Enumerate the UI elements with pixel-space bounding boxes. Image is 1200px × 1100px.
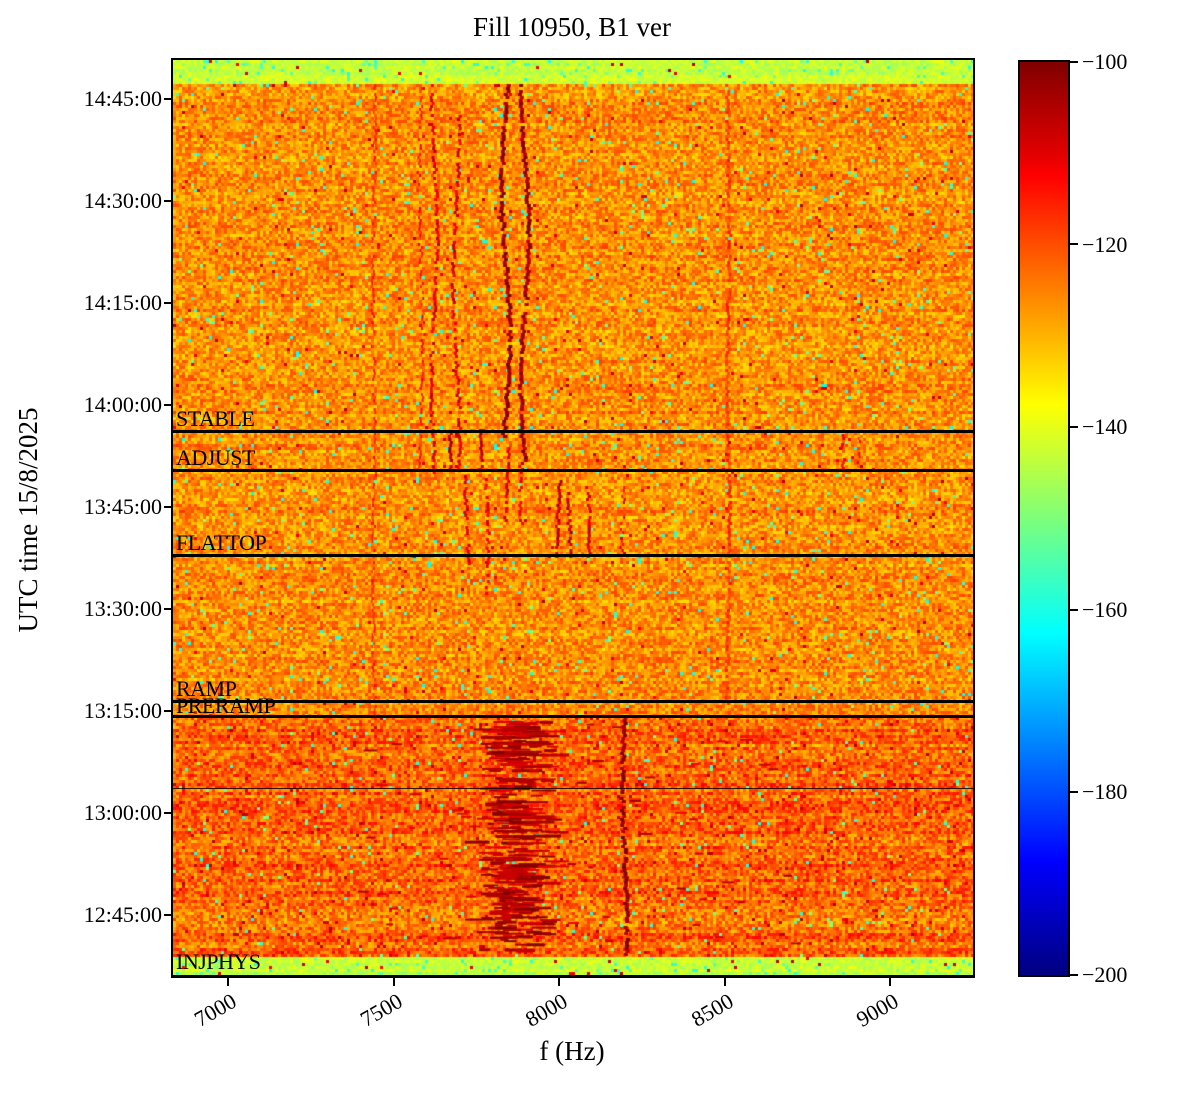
y-tick-mark <box>164 98 172 100</box>
y-axis-label: UTC time 15/8/2025 <box>13 407 43 633</box>
phase-line-flattop <box>173 554 973 557</box>
phase-label-injphys: INJPHYS <box>176 949 261 974</box>
y-tick-label: 12:45:00 <box>83 902 162 927</box>
x-tick-mark <box>724 978 726 986</box>
y-tick-label: 13:30:00 <box>83 596 162 621</box>
phase-label-stable: STABLE <box>176 406 255 431</box>
phase-label-adjust: ADJUST <box>176 445 255 470</box>
y-tick-label: 14:30:00 <box>83 188 162 213</box>
colorbar-tick-label: −200 <box>1082 962 1128 987</box>
x-tick-label: 7500 <box>355 988 407 1032</box>
colorbar-tick-mark <box>1070 974 1078 976</box>
colorbar-tick-label: −140 <box>1082 414 1128 439</box>
colorbar-tick-label: −180 <box>1082 779 1128 804</box>
colorbar-tick-mark <box>1070 243 1078 245</box>
y-tick-label: 13:15:00 <box>83 698 162 723</box>
phase-line-ramp <box>173 700 973 703</box>
colorbar <box>1018 60 1070 977</box>
colorbar-tick-mark <box>1070 609 1078 611</box>
spectrogram-figure: Fill 10950, B1 ver UTC time 15/8/2025 f … <box>0 0 1200 1100</box>
x-tick-mark <box>889 978 891 986</box>
phase-line-unlabeled <box>173 788 973 789</box>
y-tick-label: 13:00:00 <box>83 800 162 825</box>
x-tick-mark <box>393 978 395 986</box>
y-tick-mark <box>164 506 172 508</box>
spectrogram-canvas <box>173 60 973 975</box>
y-tick-mark <box>164 914 172 916</box>
phase-line-stable <box>173 430 973 433</box>
page-title: Fill 10950, B1 ver <box>472 12 671 42</box>
y-tick-mark <box>164 302 172 304</box>
x-tick-label: 8500 <box>686 988 738 1032</box>
y-tick-mark <box>164 812 172 814</box>
colorbar-tick-label: −120 <box>1082 232 1128 257</box>
phase-line-adjust <box>173 469 973 472</box>
colorbar-tick-label: −160 <box>1082 597 1128 622</box>
y-tick-label: 14:45:00 <box>83 86 162 111</box>
y-tick-label: 14:00:00 <box>83 392 162 417</box>
phase-label-flattop: FLATTOP <box>176 530 267 555</box>
x-tick-mark <box>227 978 229 986</box>
phase-line-preramp <box>173 715 973 718</box>
y-tick-label: 13:45:00 <box>83 494 162 519</box>
colorbar-tick-label: −100 <box>1082 49 1128 74</box>
x-tick-label: 7000 <box>189 988 241 1032</box>
phase-label-preramp: PRERAMP <box>176 693 276 718</box>
y-tick-mark <box>164 608 172 610</box>
colorbar-tick-mark <box>1070 791 1078 793</box>
y-tick-mark <box>164 404 172 406</box>
y-tick-label: 14:15:00 <box>83 290 162 315</box>
colorbar-gradient <box>1020 62 1068 975</box>
colorbar-tick-mark <box>1070 61 1078 63</box>
x-tick-label: 9000 <box>851 988 903 1032</box>
y-tick-mark <box>164 710 172 712</box>
colorbar-tick-mark <box>1070 426 1078 428</box>
x-tick-mark <box>558 978 560 986</box>
y-tick-mark <box>164 200 172 202</box>
